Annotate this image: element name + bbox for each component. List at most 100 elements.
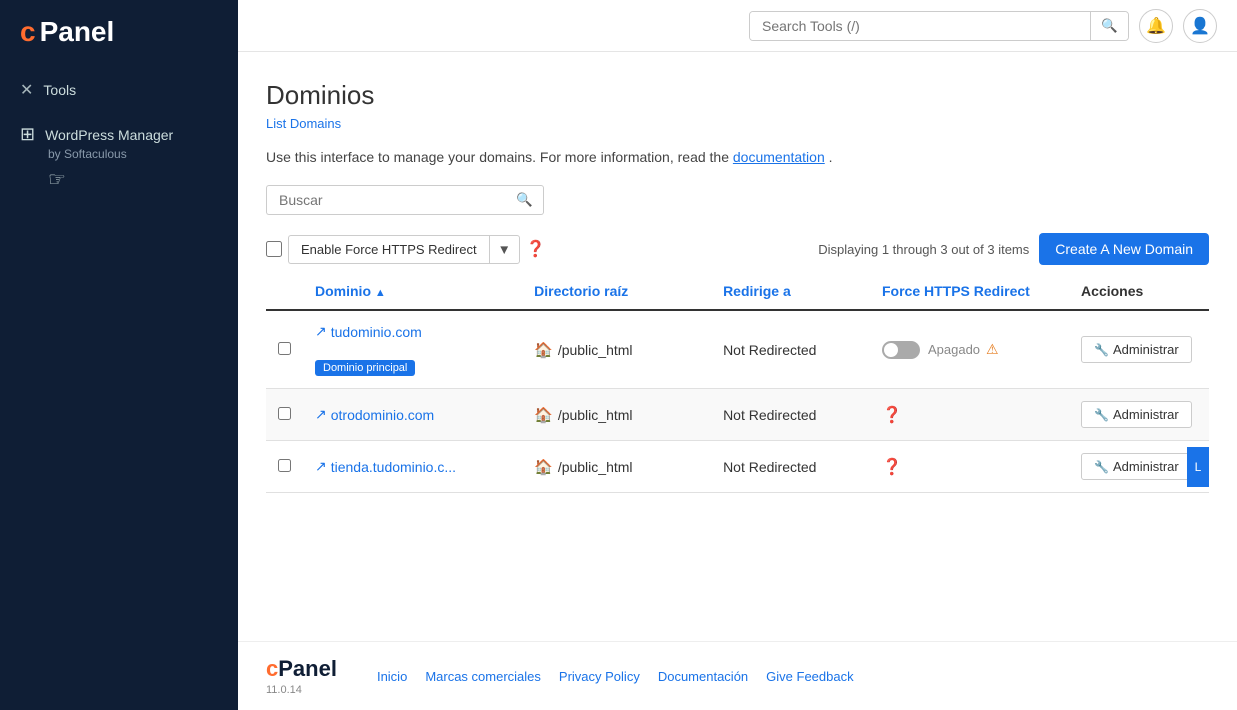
https-dropdown-button[interactable]: ▼ xyxy=(489,235,520,264)
footer-link-privacy[interactable]: Privacy Policy xyxy=(559,669,640,684)
row1-checkbox-cell xyxy=(266,310,303,389)
row1-dir-text: /public_html xyxy=(558,342,633,358)
external-link-icon: ↗ xyxy=(315,323,327,340)
row3-checkbox[interactable] xyxy=(278,459,291,472)
row3-overflow-badge[interactable]: L xyxy=(1187,447,1209,487)
help-icon[interactable]: ❓ xyxy=(526,239,546,259)
notifications-icon[interactable]: 🔔 xyxy=(1139,9,1173,43)
wrench-icon-1: 🔧 xyxy=(1094,343,1109,357)
user-icon[interactable]: 👤 xyxy=(1183,9,1217,43)
table-body: ↗ tudominio.com Dominio principal 🏠 /pub… xyxy=(266,310,1209,493)
row2-dir-text: /public_html xyxy=(558,407,633,423)
row1-redirect-cell: Not Redirected xyxy=(711,310,870,389)
sidebar-item-tools[interactable]: ✕ Tools xyxy=(0,68,238,112)
row2-question-icon[interactable]: ❓ xyxy=(882,407,902,424)
row3-admin-button[interactable]: 🔧 Administrar xyxy=(1081,453,1192,480)
select-all-checkbox[interactable] xyxy=(266,241,282,257)
toolbar: Enable Force HTTPS Redirect ▼ ❓ Displayi… xyxy=(266,233,1209,265)
row3-domain-link[interactable]: ↗ tienda.tudominio.c... xyxy=(315,458,510,475)
row2-redirect-cell: Not Redirected xyxy=(711,389,870,441)
footer-link-marcas[interactable]: Marcas comerciales xyxy=(425,669,541,684)
th-directorio: Directorio raíz xyxy=(522,273,711,310)
logo-c: c xyxy=(20,16,36,48)
row3-redirect-cell: Not Redirected xyxy=(711,441,870,493)
enable-https-button[interactable]: Enable Force HTTPS Redirect xyxy=(288,235,489,264)
row2-checkbox-cell xyxy=(266,389,303,441)
footer-logo-area: cPanel 11.0.14 xyxy=(266,656,337,696)
row3-dir-cell: 🏠 /public_html xyxy=(522,441,711,493)
footer-link-inicio[interactable]: Inicio xyxy=(377,669,407,684)
breadcrumb-list-domains[interactable]: List Domains xyxy=(266,116,341,131)
row2-admin-button[interactable]: 🔧 Administrar xyxy=(1081,401,1192,428)
row2-actions-cell: 🔧 Administrar xyxy=(1069,389,1209,441)
row1-warning-icon: ⚠ xyxy=(986,341,999,358)
table-row: ↗ otrodominio.com 🏠 /public_html Not Red… xyxy=(266,389,1209,441)
row3-dir-text: /public_html xyxy=(558,459,633,475)
row3-https-cell: ❓ xyxy=(870,441,1069,493)
home-icon-2: 🏠 xyxy=(534,406,553,424)
row1-dir-cell: 🏠 /public_html xyxy=(522,310,711,389)
toolbar-left: Enable Force HTTPS Redirect ▼ ❓ xyxy=(266,235,546,264)
domains-table: Dominio ▲ Directorio raíz Redirige a For… xyxy=(266,273,1209,493)
sidebar-item-wordpress-manager[interactable]: ⊞ WordPress Manager by Softaculous ☞ xyxy=(0,112,238,204)
sidebar-logo-area: cPanel xyxy=(0,0,238,68)
row3-domain-cell: ↗ tienda.tudominio.c... xyxy=(303,441,522,493)
search-container: 🔍 xyxy=(749,11,1129,41)
row1-admin-button[interactable]: 🔧 Administrar xyxy=(1081,336,1192,363)
wrench-icon-3: 🔧 xyxy=(1094,460,1109,474)
footer-version: 11.0.14 xyxy=(266,684,337,696)
wp-top: ⊞ WordPress Manager xyxy=(20,124,218,145)
page-title: Dominios xyxy=(266,80,1209,111)
row2-checkbox[interactable] xyxy=(278,407,291,420)
th-https: Force HTTPS Redirect xyxy=(870,273,1069,310)
row1-apagado-text: Apagado xyxy=(928,342,980,357)
tools-icon: ✕ xyxy=(20,80,33,100)
topbar: 🔍 🔔 👤 xyxy=(238,0,1237,52)
footer-link-docs[interactable]: Documentación xyxy=(658,669,748,684)
footer-link-feedback[interactable]: Give Feedback xyxy=(766,669,853,684)
home-icon-3: 🏠 xyxy=(534,458,553,476)
external-link-icon-3: ↗ xyxy=(315,458,327,475)
cursor-hand-icon: ☞ xyxy=(48,167,218,192)
footer-logo-c: c xyxy=(266,656,278,681)
sidebar: cPanel ✕ Tools ⊞ WordPress Manager by So… xyxy=(0,0,238,710)
th-dominio-label: Dominio xyxy=(315,283,371,299)
row1-toggle[interactable] xyxy=(882,341,920,359)
row2-dir: 🏠 /public_html xyxy=(534,406,699,424)
documentation-link[interactable]: documentation xyxy=(733,149,825,165)
page-description: Use this interface to manage your domain… xyxy=(266,149,1209,165)
table-search-input[interactable] xyxy=(266,185,506,215)
sidebar-item-tools-label: Tools xyxy=(43,82,76,98)
description-text-pre: Use this interface to manage your domain… xyxy=(266,149,729,165)
description-text-post: . xyxy=(829,149,833,165)
row2-dir-cell: 🏠 /public_html xyxy=(522,389,711,441)
th-redirige: Redirige a xyxy=(711,273,870,310)
wp-icon: ⊞ xyxy=(20,124,35,145)
table-search-button[interactable]: 🔍 xyxy=(506,185,544,215)
search-input[interactable] xyxy=(750,12,1090,40)
row2-https-cell: ❓ xyxy=(870,389,1069,441)
th-dominio[interactable]: Dominio ▲ xyxy=(303,273,522,310)
row3-admin-label: Administrar xyxy=(1113,459,1179,474)
footer: cPanel 11.0.14 Inicio Marcas comerciales… xyxy=(238,641,1237,710)
row3-checkbox-cell xyxy=(266,441,303,493)
sort-icon: ▲ xyxy=(375,287,386,299)
row3-domain-text: tienda.tudominio.c... xyxy=(331,459,456,475)
create-domain-button[interactable]: Create A New Domain xyxy=(1039,233,1209,265)
footer-logo-panel: Panel xyxy=(278,656,337,681)
row3-dir: 🏠 /public_html xyxy=(534,458,699,476)
row1-domain-link[interactable]: ↗ tudominio.com xyxy=(315,323,510,340)
row2-domain-link[interactable]: ↗ otrodominio.com xyxy=(315,406,510,423)
footer-logo: cPanel xyxy=(266,656,337,682)
search-button[interactable]: 🔍 xyxy=(1090,12,1128,40)
table-row: ↗ tudominio.com Dominio principal 🏠 /pub… xyxy=(266,310,1209,389)
row1-checkbox[interactable] xyxy=(278,342,291,355)
footer-links: Inicio Marcas comerciales Privacy Policy… xyxy=(377,669,854,684)
wp-sub-label: by Softaculous xyxy=(48,147,218,161)
toolbar-right: Displaying 1 through 3 out of 3 items Cr… xyxy=(818,233,1209,265)
main-content: 🔍 🔔 👤 Dominios List Domains Use this int… xyxy=(238,0,1237,710)
home-icon: 🏠 xyxy=(534,341,553,359)
row2-domain-cell: ↗ otrodominio.com xyxy=(303,389,522,441)
th-checkbox xyxy=(266,273,303,310)
row3-question-icon[interactable]: ❓ xyxy=(882,459,902,476)
